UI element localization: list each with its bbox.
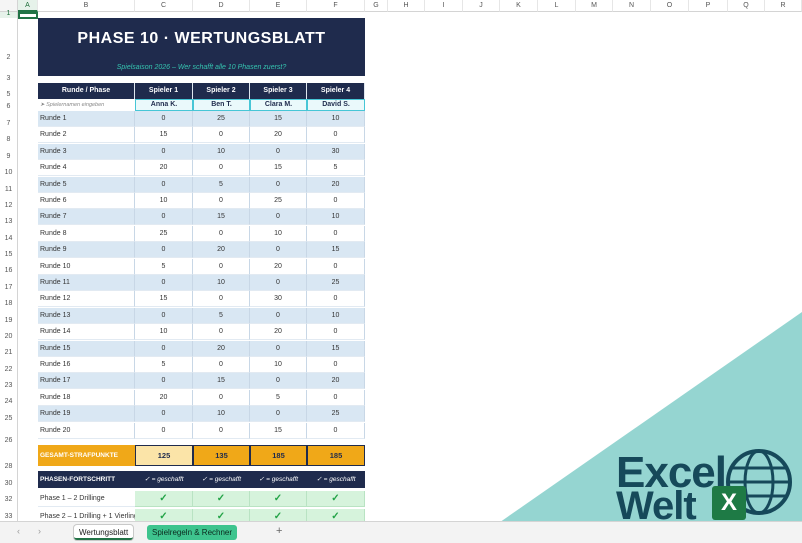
next-sheet-icon[interactable]: ›	[38, 526, 41, 536]
sheet-tab-bar: ‹ › Wertungsblatt Spielregeln & Rechner …	[0, 521, 802, 543]
add-sheet-icon[interactable]: +	[276, 525, 282, 537]
tab-wertungsblatt[interactable]: Wertungsblatt	[74, 525, 134, 540]
prev-sheet-icon[interactable]: ‹	[17, 526, 20, 536]
spreadsheet-window: ABCDEFGHIJKLMNOPQR 1 2 3 5 6 7 8 9 10 11 12 13 14 15 1…	[0, 0, 802, 543]
excel-x-badge: X	[712, 486, 746, 520]
tab-spielregeln-rechner[interactable]: Spielregeln & Rechner	[147, 525, 238, 540]
